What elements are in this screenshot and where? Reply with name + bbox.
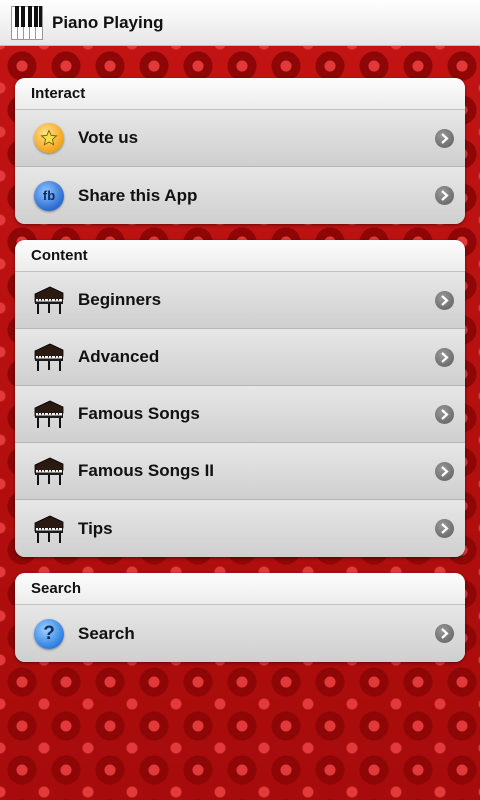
section-header-search: Search bbox=[15, 573, 465, 605]
section-header-content: Content bbox=[15, 240, 465, 272]
row-label: Famous Songs II bbox=[78, 461, 215, 480]
row-label: Vote us bbox=[78, 128, 139, 147]
grand-piano-icon bbox=[32, 397, 66, 431]
chevron-right-icon bbox=[435, 404, 454, 424]
vote-us-row[interactable]: Vote us bbox=[15, 110, 465, 167]
famous-songs-ii-row[interactable]: Famous Songs II bbox=[15, 443, 465, 500]
section-header-interact: Interact bbox=[15, 78, 465, 110]
search-panel: Search ? Search bbox=[15, 573, 465, 662]
star-icon bbox=[32, 121, 66, 155]
row-label: Beginners bbox=[78, 290, 162, 309]
chevron-right-icon bbox=[435, 128, 454, 148]
famous-songs-row[interactable]: Famous Songs bbox=[15, 386, 465, 443]
interact-panel: Interact Vote us fb Share this App bbox=[15, 78, 465, 224]
chevron-right-icon bbox=[435, 290, 454, 310]
grand-piano-icon bbox=[32, 512, 66, 546]
content-panel: Content Beginners Advanced Famous Songs bbox=[15, 240, 465, 557]
share-app-row[interactable]: fb Share this App bbox=[15, 167, 465, 224]
chevron-right-icon bbox=[435, 186, 454, 205]
grand-piano-icon bbox=[32, 340, 66, 374]
help-question-icon: ? bbox=[32, 617, 66, 651]
piano-keys-icon bbox=[10, 5, 44, 41]
row-label: Famous Songs bbox=[78, 404, 200, 423]
chevron-right-icon bbox=[435, 347, 454, 367]
grand-piano-icon bbox=[32, 454, 66, 488]
chevron-right-icon bbox=[435, 461, 454, 481]
search-row[interactable]: ? Search bbox=[15, 605, 465, 662]
facebook-icon: fb bbox=[32, 179, 66, 213]
beginners-row[interactable]: Beginners bbox=[15, 272, 465, 329]
chevron-right-icon bbox=[435, 519, 454, 538]
tips-row[interactable]: Tips bbox=[15, 500, 465, 557]
grand-piano-icon bbox=[32, 283, 66, 317]
row-label: Advanced bbox=[78, 347, 160, 366]
chevron-right-icon bbox=[435, 624, 454, 643]
app-title: Piano Playing bbox=[52, 12, 164, 32]
title-bar: Piano Playing bbox=[0, 0, 480, 46]
row-label: Share this App bbox=[78, 185, 198, 205]
row-label: Search bbox=[78, 623, 135, 643]
advanced-row[interactable]: Advanced bbox=[15, 329, 465, 386]
row-label: Tips bbox=[78, 518, 113, 538]
